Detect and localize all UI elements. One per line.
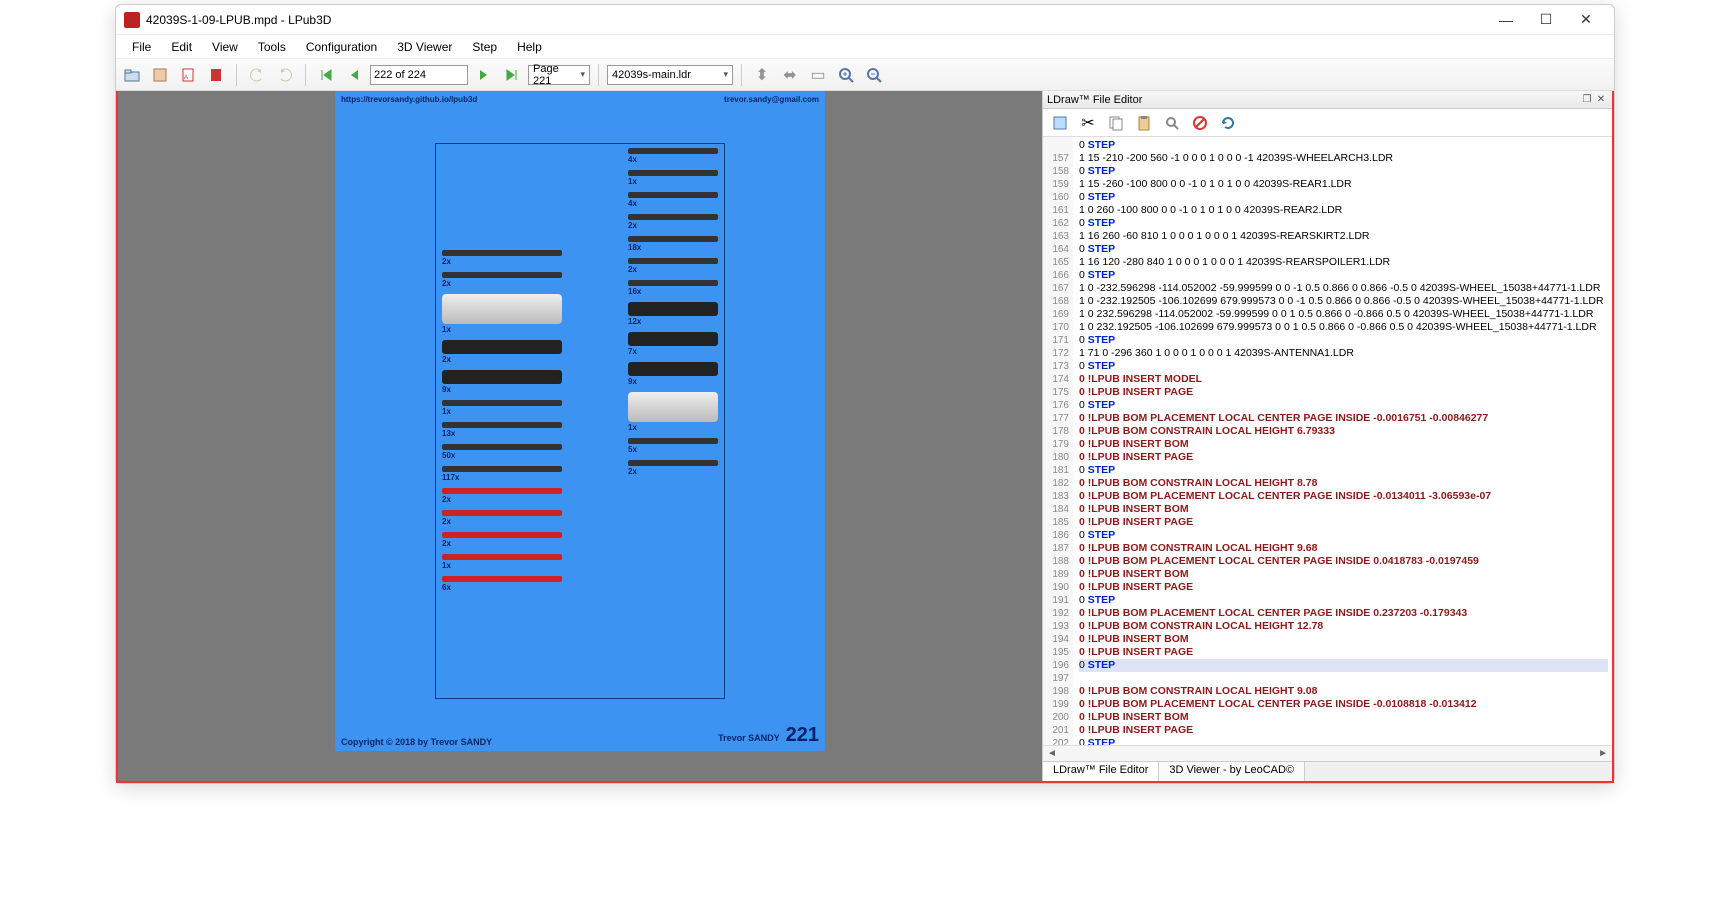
actual-size-icon[interactable]: ▭ xyxy=(806,63,830,87)
find-icon[interactable] xyxy=(1161,112,1183,134)
bom-part: 12x xyxy=(628,302,718,326)
page-combo[interactable]: Page 221 xyxy=(528,65,590,85)
titlebar: 42039S-1-09-LPUB.mpd - LPub3D — ☐ ✕ xyxy=(116,5,1614,35)
tab-ldraw-editor[interactable]: LDraw™ File Editor xyxy=(1043,762,1159,781)
bom-part: 4x xyxy=(628,148,718,164)
save-icon[interactable] xyxy=(148,63,172,87)
bom-part: 1x xyxy=(628,392,718,432)
editor-dock-header[interactable]: LDraw™ File Editor ❐ ✕ xyxy=(1043,91,1612,109)
bom-part: 2x xyxy=(628,258,718,274)
page-number: 221 xyxy=(786,724,819,746)
bom-part: 1x xyxy=(442,400,562,416)
menu-step[interactable]: Step xyxy=(462,38,507,56)
bom-part: 2x xyxy=(628,214,718,230)
editor-toolbar: ✂ xyxy=(1043,109,1612,137)
app-window: 42039S-1-09-LPUB.mpd - LPub3D — ☐ ✕ File… xyxy=(115,4,1615,784)
instruction-page[interactable]: https://trevorsandy.github.io/lpub3d tre… xyxy=(335,91,825,751)
next-page-icon[interactable] xyxy=(472,63,496,87)
undo-icon[interactable] xyxy=(245,63,269,87)
cut-icon[interactable]: ✂ xyxy=(1077,112,1099,134)
dock-close-icon[interactable]: ✕ xyxy=(1594,94,1608,105)
editor-tabs: LDraw™ File Editor 3D Viewer - by LeoCAD… xyxy=(1043,761,1612,781)
last-page-icon[interactable] xyxy=(500,63,524,87)
bom-part: 2x xyxy=(628,460,718,476)
code-editor[interactable]: 1571581591601611621631641651661671681691… xyxy=(1043,137,1612,745)
menu-file[interactable]: File xyxy=(122,38,161,56)
app-icon xyxy=(124,12,140,28)
menubar: FileEditViewToolsConfiguration3D ViewerS… xyxy=(116,35,1614,59)
menu-configuration[interactable]: Configuration xyxy=(296,38,387,56)
bom-part: 2x xyxy=(442,250,562,266)
bom-part: 7x xyxy=(628,332,718,356)
first-page-icon[interactable] xyxy=(314,63,338,87)
page-viewport[interactable]: https://trevorsandy.github.io/lpub3d tre… xyxy=(118,91,1042,781)
bom-part: 5x xyxy=(628,438,718,454)
bom-part: 2x xyxy=(442,340,562,364)
bom-part: 2x xyxy=(442,532,562,548)
fit-width-icon[interactable]: ⬍ xyxy=(750,63,774,87)
main-toolbar: A Page 221 42039s-main.ldr ⬍ ⬌ ▭ xyxy=(116,59,1614,91)
tab-3d-viewer[interactable]: 3D Viewer - by LeoCAD© xyxy=(1159,762,1305,781)
bom-part: 9x xyxy=(442,370,562,394)
bom-frame: 2x 2x 1x 2x 9x 1x 13x 50x 117x 2x 2x 2x 1x 6x 4x 1x 4x 2… xyxy=(435,143,725,699)
delete-icon[interactable] xyxy=(1189,112,1211,134)
menu-help[interactable]: Help xyxy=(507,38,552,56)
bom-part: 13x xyxy=(442,422,562,438)
bom-part: 1x xyxy=(442,554,562,570)
page-email: trevor.sandy@gmail.com xyxy=(724,95,819,104)
bom-part: 6x xyxy=(442,576,562,592)
zoom-in-icon[interactable] xyxy=(834,63,858,87)
page-url: https://trevorsandy.github.io/lpub3d xyxy=(341,95,477,104)
content-area: https://trevorsandy.github.io/lpub3d tre… xyxy=(116,91,1614,783)
paste-icon[interactable] xyxy=(1133,112,1155,134)
page-input[interactable] xyxy=(370,65,468,85)
select-all-icon[interactable] xyxy=(1049,112,1071,134)
bom-part: 2x xyxy=(442,272,562,288)
editor-title: LDraw™ File Editor xyxy=(1047,94,1142,106)
svg-text:A: A xyxy=(184,75,188,81)
close-button[interactable]: ✕ xyxy=(1566,6,1606,34)
bom-part: 2x xyxy=(442,488,562,504)
bom-part: 1x xyxy=(442,294,562,334)
bom-part: 16x xyxy=(628,280,718,296)
redo-icon[interactable] xyxy=(273,63,297,87)
bom-part: 117x xyxy=(442,466,562,482)
menu-3d-viewer[interactable]: 3D Viewer xyxy=(387,38,462,56)
page-author: Trevor SANDY xyxy=(718,733,780,743)
pdf-export-icon[interactable] xyxy=(204,63,228,87)
maximize-button[interactable]: ☐ xyxy=(1526,6,1566,34)
refresh-icon[interactable] xyxy=(1217,112,1239,134)
minimize-button[interactable]: — xyxy=(1486,6,1526,34)
menu-tools[interactable]: Tools xyxy=(248,38,296,56)
pdf-icon[interactable]: A xyxy=(176,63,200,87)
window-title: 42039S-1-09-LPUB.mpd - LPub3D xyxy=(146,13,331,27)
bom-part: 18x xyxy=(628,236,718,252)
bom-part: 9x xyxy=(628,362,718,386)
dock-float-icon[interactable]: ❐ xyxy=(1580,94,1594,105)
page-copyright: Copyright © 2018 by Trevor SANDY xyxy=(341,737,492,747)
bom-part: 2x xyxy=(442,510,562,526)
copy-icon[interactable] xyxy=(1105,112,1127,134)
open-icon[interactable] xyxy=(120,63,144,87)
prev-page-icon[interactable] xyxy=(342,63,366,87)
bom-part: 1x xyxy=(628,170,718,186)
menu-view[interactable]: View xyxy=(202,38,248,56)
bom-part: 50x xyxy=(442,444,562,460)
editor-scrollbar[interactable]: ◄► xyxy=(1043,745,1612,761)
menu-edit[interactable]: Edit xyxy=(161,38,202,56)
bom-part: 4x xyxy=(628,192,718,208)
zoom-out-icon[interactable] xyxy=(862,63,886,87)
file-combo[interactable]: 42039s-main.ldr xyxy=(607,65,733,85)
fit-page-icon[interactable]: ⬌ xyxy=(778,63,802,87)
editor-panel: LDraw™ File Editor ❐ ✕ ✂ 157158159160161… xyxy=(1042,91,1612,781)
